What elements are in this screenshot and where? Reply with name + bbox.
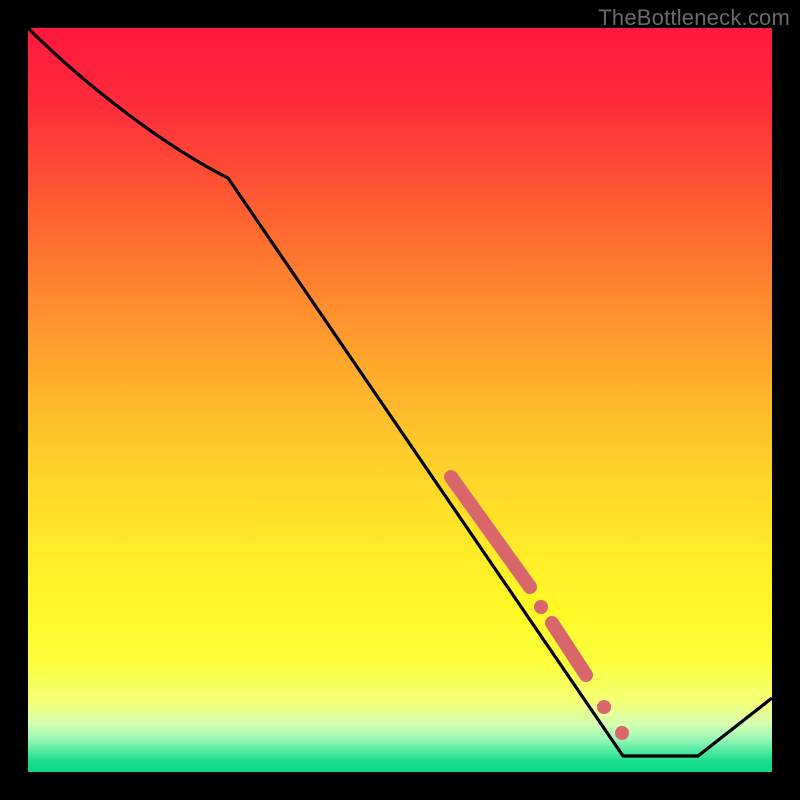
highlight-dot-3 — [615, 726, 629, 740]
plot-area — [28, 28, 772, 772]
chart-line-layer — [28, 28, 772, 772]
bottleneck-curve — [28, 28, 772, 756]
chart-frame: TheBottleneck.com — [0, 0, 800, 800]
highlight-dot-2 — [597, 700, 611, 714]
watermark-text: TheBottleneck.com — [598, 5, 790, 31]
highlight-segment-1 — [451, 477, 530, 587]
highlight-dot-1 — [534, 600, 548, 614]
highlight-segment-2 — [552, 623, 586, 675]
